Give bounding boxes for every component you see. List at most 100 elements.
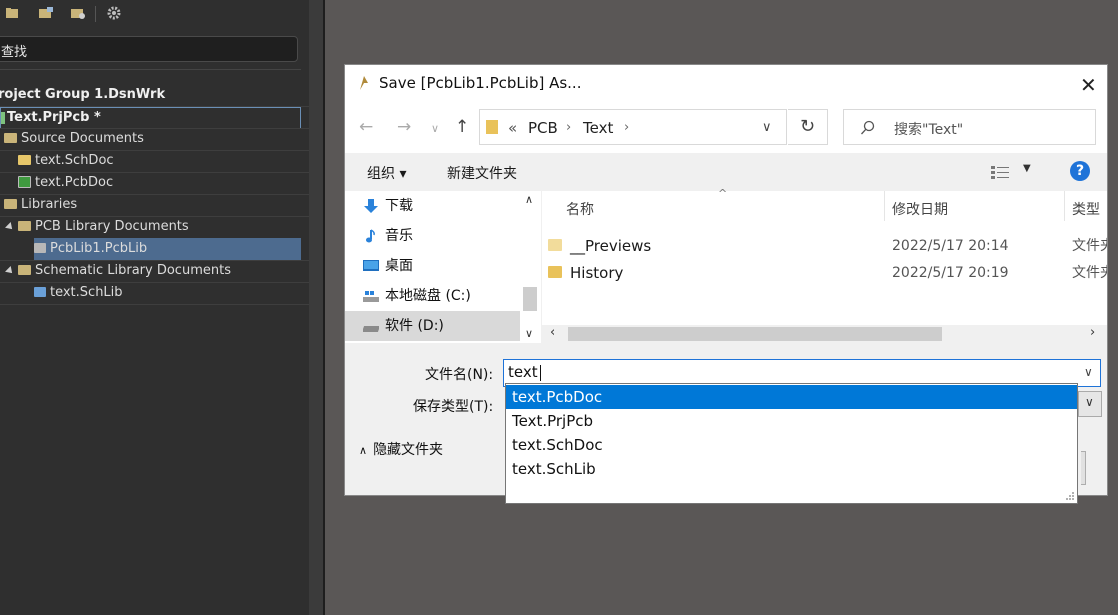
folder-icon	[548, 266, 562, 278]
nav-item-software-d[interactable]: 软件 (D:)	[345, 311, 520, 341]
breadcrumb-pcb[interactable]: PCB	[528, 119, 558, 137]
pcb-library-icon	[34, 242, 46, 253]
pcb-project-icon	[1, 111, 5, 124]
column-divider[interactable]	[884, 191, 885, 221]
altium-logo-icon	[360, 76, 368, 90]
column-header-type[interactable]: 类型	[1072, 199, 1100, 219]
column-header-name[interactable]: 名称	[566, 199, 594, 219]
hide-folders-button[interactable]: ∧ 隐藏文件夹	[359, 439, 443, 459]
tree-item-text-pcbdoc[interactable]: text.PcbDoc	[18, 172, 113, 194]
text-cursor	[540, 365, 541, 381]
dialog-titlebar: Save [PcbLib1.PcbLib] As... ✕	[345, 65, 1107, 103]
tree-item-pcblib1[interactable]: PcbLib1.PcbLib	[34, 238, 301, 260]
resize-grip-icon[interactable]	[1065, 491, 1075, 501]
help-button[interactable]: ?	[1070, 161, 1090, 181]
forward-arrow-icon[interactable]: →	[397, 117, 411, 137]
folder-search-input[interactable]: 搜索"Text"	[843, 109, 1096, 145]
search-input[interactable]: 查找	[0, 36, 298, 62]
autocomplete-option[interactable]: text.PcbDoc	[506, 385, 1077, 409]
drive-icon	[363, 326, 379, 332]
save-button-edge[interactable]	[1081, 451, 1086, 485]
panel-splitter[interactable]	[323, 0, 325, 615]
nav-item-downloads[interactable]: 下载	[364, 191, 519, 221]
tree-item-project-group[interactable]: roject Group 1.DsnWrk	[0, 84, 165, 106]
expand-triangle-icon[interactable]	[5, 221, 15, 232]
filename-dropdown-icon[interactable]: ∨	[1084, 365, 1093, 379]
breadcrumb-overflow[interactable]: «	[508, 119, 517, 137]
address-dropdown-icon[interactable]: ∨	[762, 120, 772, 135]
back-arrow-icon[interactable]: ←	[359, 117, 373, 137]
sort-ascending-icon: ^	[718, 187, 728, 200]
file-date: 2022/5/17 20:19	[892, 265, 1009, 281]
address-bar[interactable]: « PCB › Text › ∨	[479, 109, 787, 145]
desktop-icon	[363, 260, 379, 271]
navigation-bar: ← → ∨ ↑ « PCB › Text › ∨ ↻ 搜索"Text"	[345, 103, 1107, 153]
download-icon	[364, 199, 378, 213]
folder-icon	[548, 239, 562, 251]
file-row[interactable]: History	[548, 260, 850, 286]
chevron-up-icon: ∧	[359, 444, 368, 457]
divider	[0, 304, 309, 305]
autocomplete-option[interactable]: text.SchDoc	[506, 433, 1077, 457]
tree-item-label: PCB Library Documents	[35, 219, 189, 234]
filename-label: 文件名(N):	[425, 367, 494, 383]
tree-item-label: text.SchDoc	[35, 153, 114, 168]
organize-button[interactable]: 组织 ▾	[367, 163, 406, 183]
up-arrow-icon[interactable]: ↑	[455, 117, 469, 137]
tree-item-source-documents[interactable]: Source Documents	[4, 128, 144, 150]
filetype-select[interactable]: ∨	[1078, 391, 1102, 417]
navigation-scrollbar[interactable]: ∧ ∨	[521, 191, 539, 343]
autocomplete-option[interactable]: Text.PrjPcb	[506, 409, 1077, 433]
search-icon	[861, 120, 875, 135]
tree-item-libraries[interactable]: Libraries	[4, 194, 77, 216]
chevron-down-icon: ∨	[1085, 395, 1094, 409]
breadcrumb-text[interactable]: Text	[583, 119, 613, 137]
view-dropdown-icon[interactable]: ▼	[1023, 163, 1031, 174]
autocomplete-option[interactable]: text.SchLib	[506, 457, 1077, 481]
search-placeholder: 搜索"Text"	[894, 122, 964, 138]
tree-item-pcb-library-documents[interactable]: PCB Library Documents	[5, 216, 189, 238]
expand-triangle-icon[interactable]	[5, 265, 15, 276]
gear-icon[interactable]	[106, 5, 122, 21]
breadcrumb-separator-icon[interactable]: ›	[624, 120, 629, 135]
folder-icon	[4, 132, 17, 143]
scroll-left-icon[interactable]: ‹	[550, 325, 555, 340]
column-divider[interactable]	[1064, 191, 1065, 221]
scroll-down-icon[interactable]: ∨	[525, 327, 533, 340]
scroll-right-icon[interactable]: ›	[1090, 325, 1095, 340]
folder-icon	[4, 198, 17, 209]
column-header-date[interactable]: 修改日期	[892, 199, 948, 219]
schematic-doc-icon	[18, 154, 31, 165]
refresh-button[interactable]: ↻	[788, 109, 828, 145]
horizontal-scrollbar[interactable]: ‹ ›	[542, 325, 1107, 343]
nav-item-label: 下载	[385, 198, 413, 214]
file-name: __Previews	[570, 237, 652, 255]
close-icon[interactable]: ✕	[1080, 73, 1097, 97]
nav-item-desktop[interactable]: 桌面	[363, 251, 519, 281]
project-folder-icon[interactable]	[38, 5, 54, 21]
scroll-thumb[interactable]	[568, 327, 942, 341]
nav-item-label: 桌面	[385, 258, 413, 274]
open-document-icon[interactable]	[70, 5, 86, 21]
tree-item-text-schdoc[interactable]: text.SchDoc	[18, 150, 114, 172]
folder-icon	[18, 264, 31, 275]
view-options-icon[interactable]	[991, 165, 1011, 179]
nav-item-music[interactable]: 音乐	[366, 221, 519, 251]
filename-value: text	[508, 363, 538, 381]
file-date: 2022/5/17 20:14	[892, 238, 1009, 254]
nav-item-local-disk-c[interactable]: 本地磁盘 (C:)	[363, 281, 519, 311]
workspace-icon[interactable]	[4, 5, 20, 21]
file-row[interactable]: __Previews	[548, 233, 850, 259]
recent-locations-chevron-icon[interactable]: ∨	[431, 122, 439, 135]
breadcrumb-separator-icon[interactable]: ›	[566, 120, 571, 135]
scroll-up-icon[interactable]: ∧	[525, 193, 533, 206]
file-list: ^ 名称 修改日期 类型 __Previews 2022/5/17 20:14 …	[542, 187, 1107, 343]
tree-item-text-schlib[interactable]: text.SchLib	[34, 282, 123, 304]
new-folder-button[interactable]: 新建文件夹	[447, 163, 517, 183]
toolbar-divider	[95, 6, 96, 22]
tree-item-schematic-library-documents[interactable]: Schematic Library Documents	[5, 260, 231, 282]
refresh-icon: ↻	[799, 116, 816, 137]
tree-item-text-prjpcb[interactable]: Text.PrjPcb *	[0, 107, 301, 129]
scroll-thumb[interactable]	[523, 287, 537, 311]
command-bar: 组织 ▾ 新建文件夹 ▼ ?	[345, 153, 1107, 191]
